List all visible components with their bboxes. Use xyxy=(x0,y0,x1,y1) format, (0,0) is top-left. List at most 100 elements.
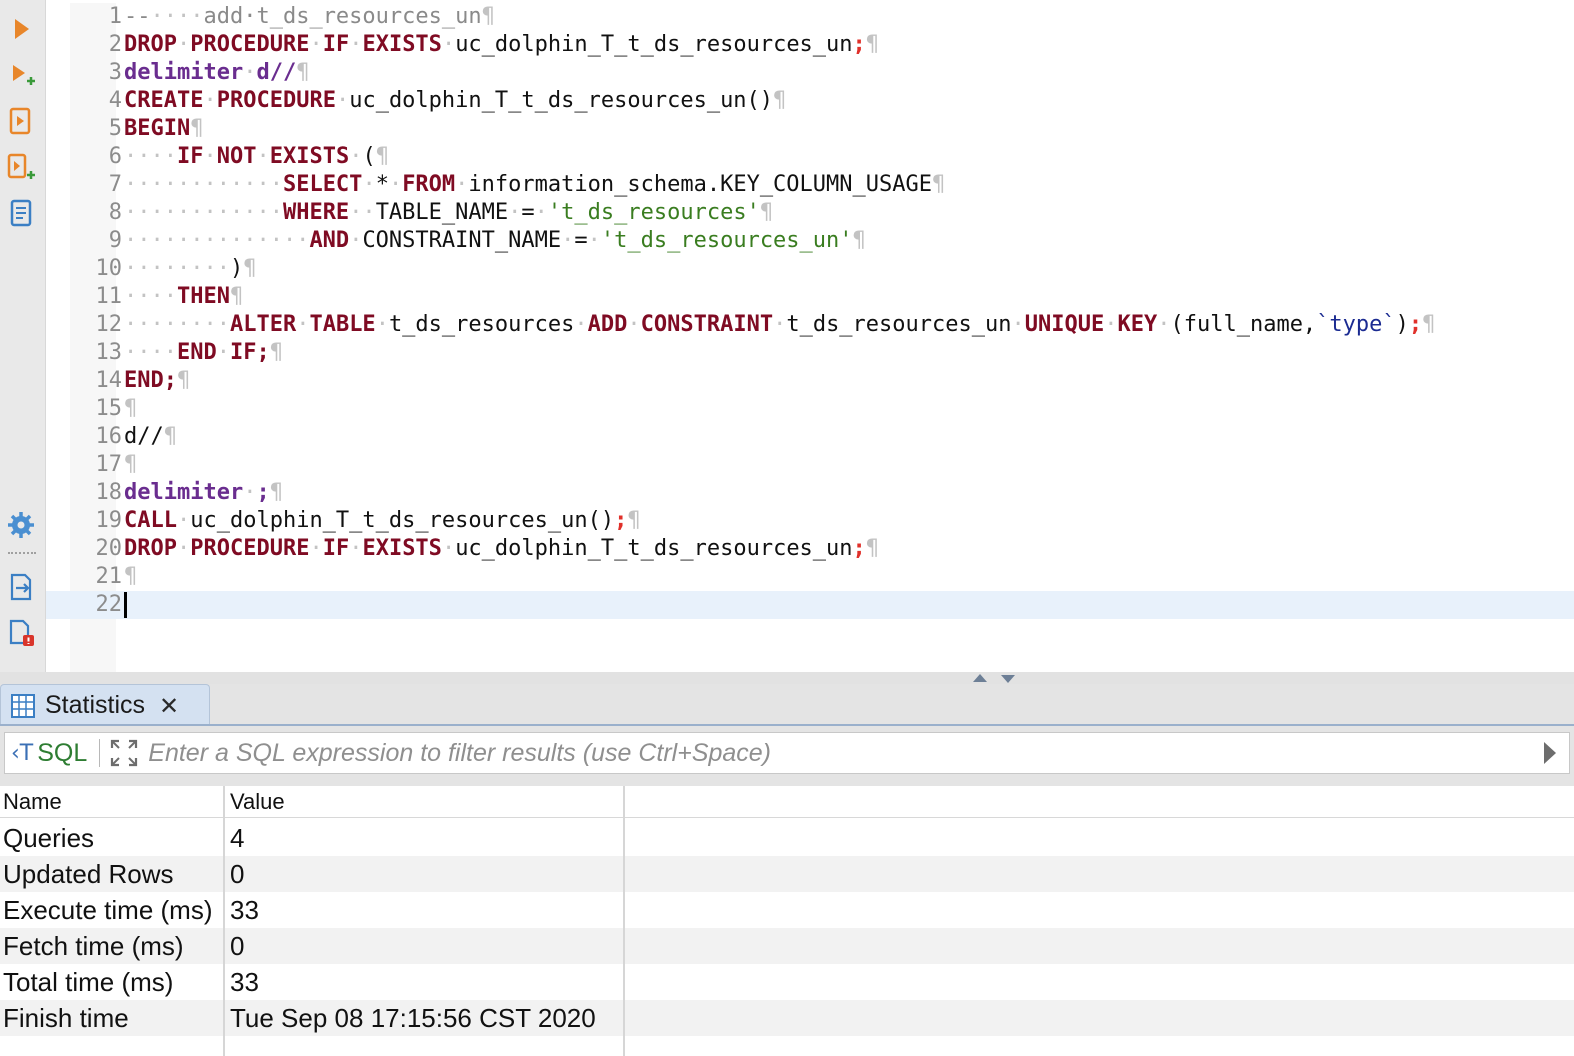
table-row[interactable]: Queries 4 xyxy=(0,820,1574,856)
code-line: 20 DROP·PROCEDURE·IF·EXISTS·uc_dolphin_T… xyxy=(46,535,1574,563)
stat-value: 0 xyxy=(230,859,245,889)
maximize-panel-icon[interactable] xyxy=(973,674,987,682)
code-text: BEGIN¶ xyxy=(124,116,204,141)
stat-value: Tue Sep 08 17:15:56 CST 2020 xyxy=(230,1003,596,1033)
column-divider[interactable] xyxy=(623,786,625,1056)
table-row[interactable]: Updated Rows 0 xyxy=(0,856,1574,892)
code-text: DROP·PROCEDURE·IF·EXISTS·uc_dolphin_T_t_… xyxy=(124,536,880,561)
code-line: 12 ········ALTER·TABLE·t_ds_resources·AD… xyxy=(46,311,1574,339)
stat-name: Fetch time (ms) xyxy=(3,931,184,961)
line-number: 9 xyxy=(108,228,122,253)
code-text: ····IF·NOT·EXISTS·(¶ xyxy=(124,144,389,169)
tab-statistics[interactable]: Statistics ✕ xyxy=(0,684,210,726)
line-number: 8 xyxy=(108,200,122,225)
stat-name: Finish time xyxy=(3,1003,129,1033)
line-number: 5 xyxy=(108,116,122,141)
line-number: 10 xyxy=(95,256,123,281)
code-line: 16 d//¶ xyxy=(46,423,1574,451)
execute-script-icon[interactable] xyxy=(4,104,38,138)
code-line: 14 END;¶ xyxy=(46,367,1574,395)
code-line: 10 ········)¶ xyxy=(46,255,1574,283)
sql-editor[interactable]: 1 --····add·t_ds_resources_un¶ 2 DROP·PR… xyxy=(46,0,1574,672)
filter-separator xyxy=(99,739,101,767)
line-number: 22 xyxy=(95,592,123,617)
current-code-line: 22 xyxy=(46,591,1574,619)
expand-filter-icon[interactable] xyxy=(108,737,140,769)
results-panel: Statistics ✕ ‹T SQL Name Value Queries 4… xyxy=(0,684,1574,1056)
line-number: 7 xyxy=(108,172,122,197)
stat-value: 0 xyxy=(230,931,245,961)
sql-mode-label: SQL xyxy=(37,738,88,767)
grid-icon xyxy=(9,692,37,720)
tab-label: Statistics xyxy=(45,691,146,719)
execute-in-new-tab-icon[interactable] xyxy=(4,58,38,92)
tab-underline xyxy=(0,724,1574,726)
table-row[interactable]: Execute time (ms) 33 xyxy=(0,892,1574,928)
column-divider[interactable] xyxy=(223,786,225,1056)
code-line: 13 ····END·IF;¶ xyxy=(46,339,1574,367)
code-text: DROP·PROCEDURE·IF·EXISTS·uc_dolphin_T_t_… xyxy=(124,32,880,57)
panel-splitter[interactable] xyxy=(0,672,1574,684)
table-row[interactable]: Total time (ms) 33 xyxy=(0,964,1574,1000)
stat-name: Total time (ms) xyxy=(3,967,174,997)
line-number: 18 xyxy=(95,480,123,505)
minimize-panel-icon[interactable] xyxy=(1001,675,1015,683)
code-line: 9 ··············AND·CONSTRAINT_NAME·=·'t… xyxy=(46,227,1574,255)
code-text: d//¶ xyxy=(124,424,177,449)
filter-bar: ‹T SQL xyxy=(4,732,1570,774)
code-line: 21 ¶ xyxy=(46,563,1574,591)
line-number: 13 xyxy=(95,340,123,365)
line-number: 16 xyxy=(95,424,123,449)
sql-icon: ‹T xyxy=(11,740,34,766)
line-number: 15 xyxy=(95,396,123,421)
column-header-value[interactable]: Value xyxy=(230,786,285,818)
code-text: ¶ xyxy=(124,396,138,421)
line-number: 14 xyxy=(95,368,123,393)
column-header-name[interactable]: Name xyxy=(3,786,62,818)
statistics-table: Name Value Queries 4 Updated Rows 0 Exec… xyxy=(0,786,1574,1056)
code-line: 1 --····add·t_ds_resources_un¶ xyxy=(46,3,1574,31)
code-text: ····END·IF;¶ xyxy=(124,340,283,365)
code-text: ········)¶ xyxy=(124,256,257,281)
table-row[interactable]: Finish time Tue Sep 08 17:15:56 CST 2020 xyxy=(0,1000,1574,1036)
code-line: 15 ¶ xyxy=(46,395,1574,423)
sql-mode-button[interactable]: ‹T SQL xyxy=(11,739,87,768)
stat-value: 33 xyxy=(230,895,259,925)
filter-input[interactable] xyxy=(148,735,1539,771)
execute-script-new-tab-icon[interactable] xyxy=(4,150,38,184)
close-icon[interactable]: ✕ xyxy=(159,694,179,718)
export-icon[interactable] xyxy=(4,570,38,604)
table-row[interactable]: Fetch time (ms) 0 xyxy=(0,928,1574,964)
line-number: 20 xyxy=(95,536,123,561)
code-line: 18 delimiter·;¶ xyxy=(46,479,1574,507)
line-number: 1 xyxy=(108,4,122,29)
code-text: ··············AND·CONSTRAINT_NAME·=·'t_d… xyxy=(124,228,866,253)
code-line: 7 ············SELECT·*·FROM·information_… xyxy=(46,171,1574,199)
line-number: 11 xyxy=(95,284,123,309)
code-text: ····THEN¶ xyxy=(124,284,244,309)
code-line: 19 CALL·uc_dolphin_T_t_ds_resources_un()… xyxy=(46,507,1574,535)
apply-filter-icon[interactable] xyxy=(1539,738,1561,768)
stat-name: Updated Rows xyxy=(3,859,174,889)
code-line: 6 ····IF·NOT·EXISTS·(¶ xyxy=(46,143,1574,171)
table-header: Name Value xyxy=(0,786,1574,818)
line-number: 3 xyxy=(108,60,122,85)
toolbar-separator xyxy=(8,552,36,556)
code-text: ¶ xyxy=(124,564,138,589)
stat-value: 33 xyxy=(230,967,259,997)
line-number: 19 xyxy=(95,508,123,533)
execute-statement-icon[interactable] xyxy=(4,12,38,46)
line-number: 6 xyxy=(108,144,122,169)
stat-name: Queries xyxy=(3,823,95,853)
explain-plan-icon[interactable] xyxy=(4,196,38,230)
editor-toolbar xyxy=(0,0,46,672)
line-number: 12 xyxy=(95,312,123,337)
code-text: delimiter·d//¶ xyxy=(124,60,310,85)
code-text: ········ALTER·TABLE·t_ds_resources·ADD·C… xyxy=(124,312,1436,337)
settings-icon[interactable] xyxy=(4,508,38,542)
stat-name: Execute time (ms) xyxy=(3,895,213,925)
error-log-icon[interactable] xyxy=(4,616,38,650)
code-line: 8 ············WHERE··TABLE_NAME·=·'t_ds_… xyxy=(46,199,1574,227)
code-text: ············SELECT·*·FROM·information_sc… xyxy=(124,172,946,197)
code-text: CALL·uc_dolphin_T_t_ds_resources_un();¶ xyxy=(124,508,641,533)
